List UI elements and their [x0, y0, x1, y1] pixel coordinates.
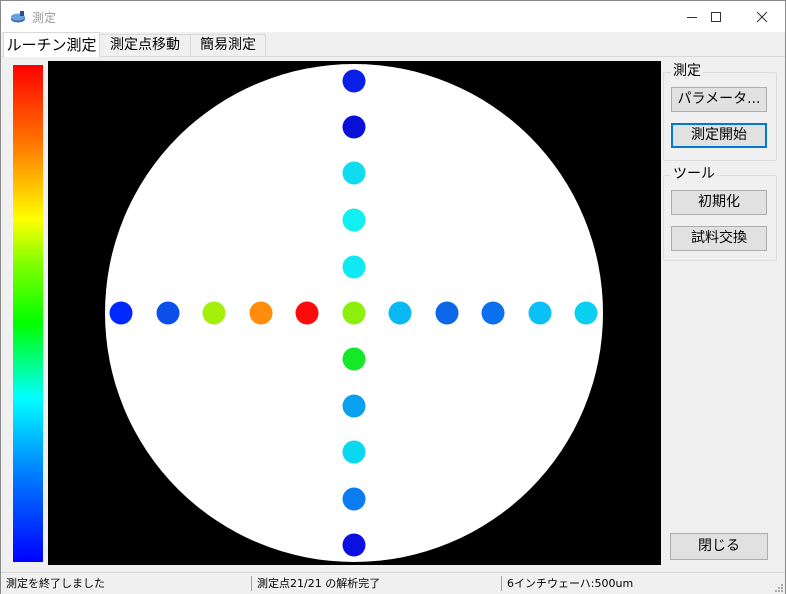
color-scale-bar [13, 65, 43, 562]
tab-routine-measurement[interactable]: ルーチン測定 [3, 32, 100, 57]
maximize-icon [711, 11, 721, 22]
measurement-window: 測定 ルーチン測定 測定点移動 簡易測定 測定 パラメータ... 測定開始 ツー… [0, 0, 786, 594]
close-window-button[interactable] [739, 1, 785, 32]
status-bar: 測定を終了しました 測定点21/21 の解析完了 6インチウェーハ:500um [1, 572, 785, 594]
measurement-point[interactable] [342, 533, 366, 557]
close-button[interactable]: 閉じる [670, 533, 768, 560]
measure-group: 測定 パラメータ... 測定開始 [663, 63, 777, 161]
tab-strip: ルーチン測定 測定点移動 簡易測定 [1, 32, 785, 57]
measurement-point[interactable] [342, 440, 366, 464]
measurement-point[interactable] [342, 69, 366, 93]
measurement-point[interactable] [388, 301, 412, 325]
measurement-point[interactable] [342, 301, 366, 325]
status-message: 測定を終了しました [6, 577, 105, 590]
wafer-map [48, 61, 661, 565]
measurement-point[interactable] [342, 208, 366, 232]
measurement-point[interactable] [342, 161, 366, 185]
tools-group: ツール 初期化 試料交換 [663, 166, 777, 261]
tab-content: 測定 パラメータ... 測定開始 ツール 初期化 試料交換 閉じる [1, 57, 785, 572]
window-title: 測定 [32, 11, 57, 25]
close-icon [756, 11, 768, 22]
measurement-point[interactable] [342, 347, 366, 371]
wafer-map-canvas[interactable] [48, 61, 661, 565]
status-divider [501, 576, 502, 591]
status-divider [251, 576, 252, 591]
initialize-button[interactable]: 初期化 [671, 190, 767, 215]
parameters-button[interactable]: パラメータ... [671, 87, 767, 112]
measurement-point[interactable] [481, 301, 505, 325]
measurement-point[interactable] [342, 115, 366, 139]
maximize-button[interactable] [693, 1, 739, 32]
measurement-point[interactable] [435, 301, 459, 325]
measure-group-label: 測定 [671, 63, 703, 79]
tab-move-point[interactable]: 測定点移動 [99, 34, 191, 56]
measurement-point[interactable] [202, 301, 226, 325]
start-measurement-button[interactable]: 測定開始 [671, 123, 767, 148]
measurement-point[interactable] [528, 301, 552, 325]
tools-group-label: ツール [671, 166, 717, 182]
sample-exchange-button[interactable]: 試料交換 [671, 226, 767, 251]
wafer-app-icon [11, 11, 25, 23]
measurement-point[interactable] [249, 301, 273, 325]
measurement-point[interactable] [156, 301, 180, 325]
title-bar[interactable]: 測定 [1, 1, 785, 32]
measurement-point[interactable] [342, 394, 366, 418]
measurement-point[interactable] [109, 301, 133, 325]
measurement-point[interactable] [342, 255, 366, 279]
status-wafer-info: 6インチウェーハ:500um [507, 577, 634, 590]
measurement-point[interactable] [574, 301, 598, 325]
tab-simple-measurement[interactable]: 簡易測定 [190, 34, 266, 56]
status-progress: 測定点21/21 の解析完了 [257, 577, 381, 590]
measurement-point[interactable] [342, 487, 366, 511]
resize-grip-icon[interactable] [773, 582, 783, 592]
measurement-point[interactable] [295, 301, 319, 325]
